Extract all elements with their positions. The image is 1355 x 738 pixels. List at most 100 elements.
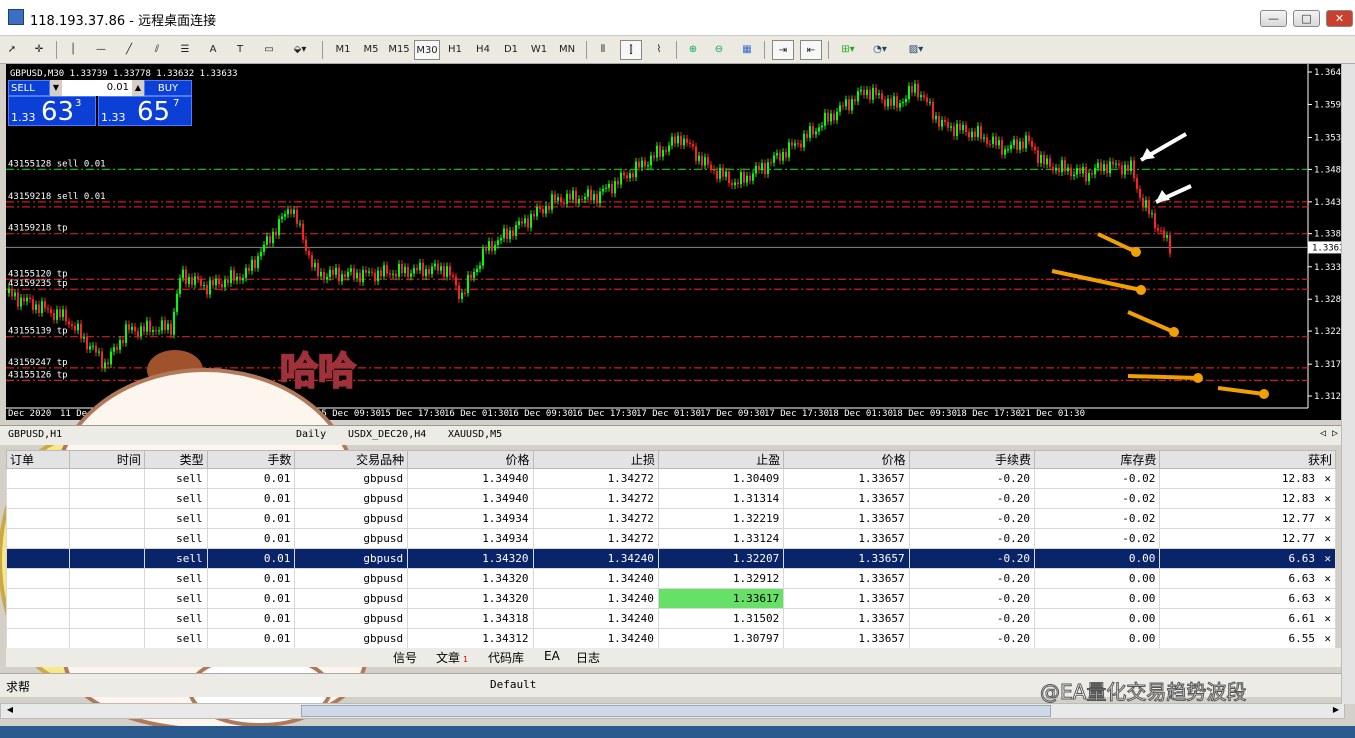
timeframe-m30[interactable]: M30: [414, 40, 440, 60]
tab-usdx[interactable]: USDX_DEC20,H4: [348, 429, 426, 440]
candle-body: [365, 269, 367, 273]
scroll-right-icon[interactable]: ▶: [1329, 705, 1343, 717]
candle-body: [959, 123, 961, 131]
close-order-icon[interactable]: ✕: [1324, 572, 1331, 585]
lot-up-icon[interactable]: ▲: [132, 80, 144, 96]
order-row[interactable]: sell 0.01 gbpusd 1.34312 1.34240 1.30797 1.336…: [6, 628, 1336, 649]
col-header-0[interactable]: 订单: [6, 450, 70, 469]
lot-size-input[interactable]: 0.01: [62, 80, 132, 96]
order-row[interactable]: sell 0.01 gbpusd 1.34940 1.34272 1.31314 1.336…: [6, 488, 1336, 509]
col-header-4[interactable]: 交易品种: [294, 450, 409, 469]
close-order-icon[interactable]: ✕: [1324, 592, 1331, 605]
tab-gbpusd-h1[interactable]: GBPUSD,H1: [8, 429, 62, 440]
tab-signals[interactable]: 信号: [393, 649, 417, 666]
autoscroll-icon[interactable]: ⇥: [772, 40, 794, 60]
tab-ea[interactable]: EA: [544, 649, 560, 663]
buy-price-box[interactable]: 1.33 65 7: [98, 96, 192, 127]
cursor-tool-icon[interactable]: ➚: [4, 40, 20, 60]
rectangle-icon[interactable]: ▭: [260, 40, 278, 60]
order-sl-cell: 1.34240: [532, 628, 659, 649]
close-order-icon[interactable]: ✕: [1324, 612, 1331, 625]
horizontal-line-icon[interactable]: —: [92, 40, 110, 60]
timeframe-h4[interactable]: H4: [470, 40, 496, 60]
vertical-scrollbar[interactable]: [1341, 64, 1355, 704]
candlestick-icon[interactable]: ⫿: [620, 40, 642, 60]
col-header-9[interactable]: 手续费: [908, 450, 1036, 469]
sticker-text: 哈哈: [279, 348, 357, 394]
periods-icon[interactable]: ◔▾: [868, 40, 892, 60]
candle-body: [608, 183, 610, 188]
col-header-6[interactable]: 止损: [532, 450, 659, 469]
channel-icon[interactable]: ⫽: [148, 40, 166, 60]
col-header-7[interactable]: 止盈: [657, 450, 785, 469]
lot-down-icon[interactable]: ▼: [50, 80, 62, 96]
col-header-5[interactable]: 价格: [407, 450, 534, 469]
close-order-icon[interactable]: ✕: [1324, 512, 1331, 525]
timeframe-m1[interactable]: M1: [330, 40, 356, 60]
col-header-11[interactable]: 获利: [1159, 450, 1336, 469]
horizontal-scrollbar[interactable]: ◀ ▶: [0, 703, 1345, 719]
col-header-3[interactable]: 手数: [206, 450, 296, 469]
shapes-dropdown-icon[interactable]: ⬙▾: [288, 40, 312, 60]
chart-shift-icon[interactable]: ⇤: [800, 40, 822, 60]
col-header-10[interactable]: 库存费: [1034, 450, 1161, 469]
timeframe-d1[interactable]: D1: [498, 40, 524, 60]
timeframe-m5[interactable]: M5: [358, 40, 384, 60]
bar-chart-icon[interactable]: ⫴: [594, 40, 612, 60]
buy-button[interactable]: BUY: [144, 80, 192, 96]
timeframe-w1[interactable]: W1: [526, 40, 552, 60]
order-row[interactable]: sell 0.01 gbpusd 1.34934 1.34272 1.32219 1.336…: [6, 508, 1336, 529]
zoom-out-icon[interactable]: ⊖: [710, 40, 728, 60]
vertical-line-icon[interactable]: │: [66, 40, 80, 60]
templates-icon[interactable]: ▨▾: [902, 40, 930, 60]
tile-windows-icon[interactable]: ▦: [738, 40, 756, 60]
tab-daily[interactable]: Daily: [296, 429, 326, 440]
candle-body: [737, 182, 739, 185]
close-order-icon[interactable]: ✕: [1324, 552, 1331, 565]
text-icon[interactable]: A: [206, 40, 220, 60]
close-order-icon[interactable]: ✕: [1324, 632, 1331, 645]
timeframe-h1[interactable]: H1: [442, 40, 468, 60]
candle-body: [1145, 200, 1147, 208]
line-chart-icon[interactable]: ⌇: [650, 40, 668, 60]
trendline-icon[interactable]: ╱: [120, 40, 138, 60]
sell-button[interactable]: SELL: [8, 80, 50, 96]
order-row[interactable]: sell 0.01 gbpusd 1.34318 1.34240 1.31502 1.336…: [6, 608, 1336, 629]
minimize-button[interactable]: —: [1260, 10, 1287, 27]
fibonacci-icon[interactable]: ☰: [176, 40, 194, 60]
sell-price-box[interactable]: 1.33 63 3: [8, 96, 96, 127]
order-row[interactable]: sell 0.01 gbpusd 1.34320 1.34240 1.32912 1.336…: [6, 568, 1336, 589]
order-row[interactable]: sell 0.01 gbpusd 1.34940 1.34272 1.30409 1.336…: [6, 468, 1336, 489]
indicators-icon[interactable]: ⊞▾: [836, 40, 860, 60]
close-order-icon[interactable]: ✕: [1324, 472, 1331, 485]
close-button[interactable]: ✕: [1326, 10, 1353, 27]
zoom-in-icon[interactable]: ⊕: [684, 40, 702, 60]
scroll-left-icon[interactable]: ◀: [3, 705, 17, 717]
candle-body: [218, 278, 220, 285]
toolbar-separator: [764, 41, 765, 59]
candle-body: [560, 197, 562, 203]
candle-body: [719, 167, 721, 179]
scroll-thumb[interactable]: [301, 705, 1051, 717]
order-row[interactable]: sell 0.01 gbpusd 1.34320 1.34240 1.32207 1.336…: [6, 548, 1336, 569]
candle-body: [776, 153, 778, 156]
timeframe-m15[interactable]: M15: [386, 40, 412, 60]
timeframe-mn[interactable]: MN: [554, 40, 580, 60]
tab-codebase[interactable]: 代码库: [488, 649, 524, 666]
maximize-button[interactable]: □: [1293, 10, 1320, 27]
col-header-2[interactable]: 类型: [143, 450, 208, 469]
tab-journal[interactable]: 日志: [576, 649, 600, 666]
tab-xauusd[interactable]: XAUUSD,M5: [448, 429, 502, 440]
text-label-icon[interactable]: T: [232, 40, 248, 60]
time-label: 21 Dec 01:30: [1020, 409, 1085, 419]
col-header-1[interactable]: 时间: [68, 450, 145, 469]
order-row[interactable]: sell 0.01 gbpusd 1.34320 1.34240 1.33617 1.336…: [6, 588, 1336, 609]
col-header-8[interactable]: 价格: [783, 450, 910, 469]
crosshair-tool-icon[interactable]: ✛: [30, 40, 48, 60]
candle-body: [962, 124, 964, 131]
tab-articles[interactable]: 文章: [436, 649, 460, 666]
order-row[interactable]: sell 0.01 gbpusd 1.34934 1.34272 1.33124 1.336…: [6, 528, 1336, 549]
close-order-icon[interactable]: ✕: [1324, 492, 1331, 505]
tabs-scroll-icon[interactable]: ◁ ▷: [1320, 428, 1338, 439]
close-order-icon[interactable]: ✕: [1324, 532, 1331, 545]
